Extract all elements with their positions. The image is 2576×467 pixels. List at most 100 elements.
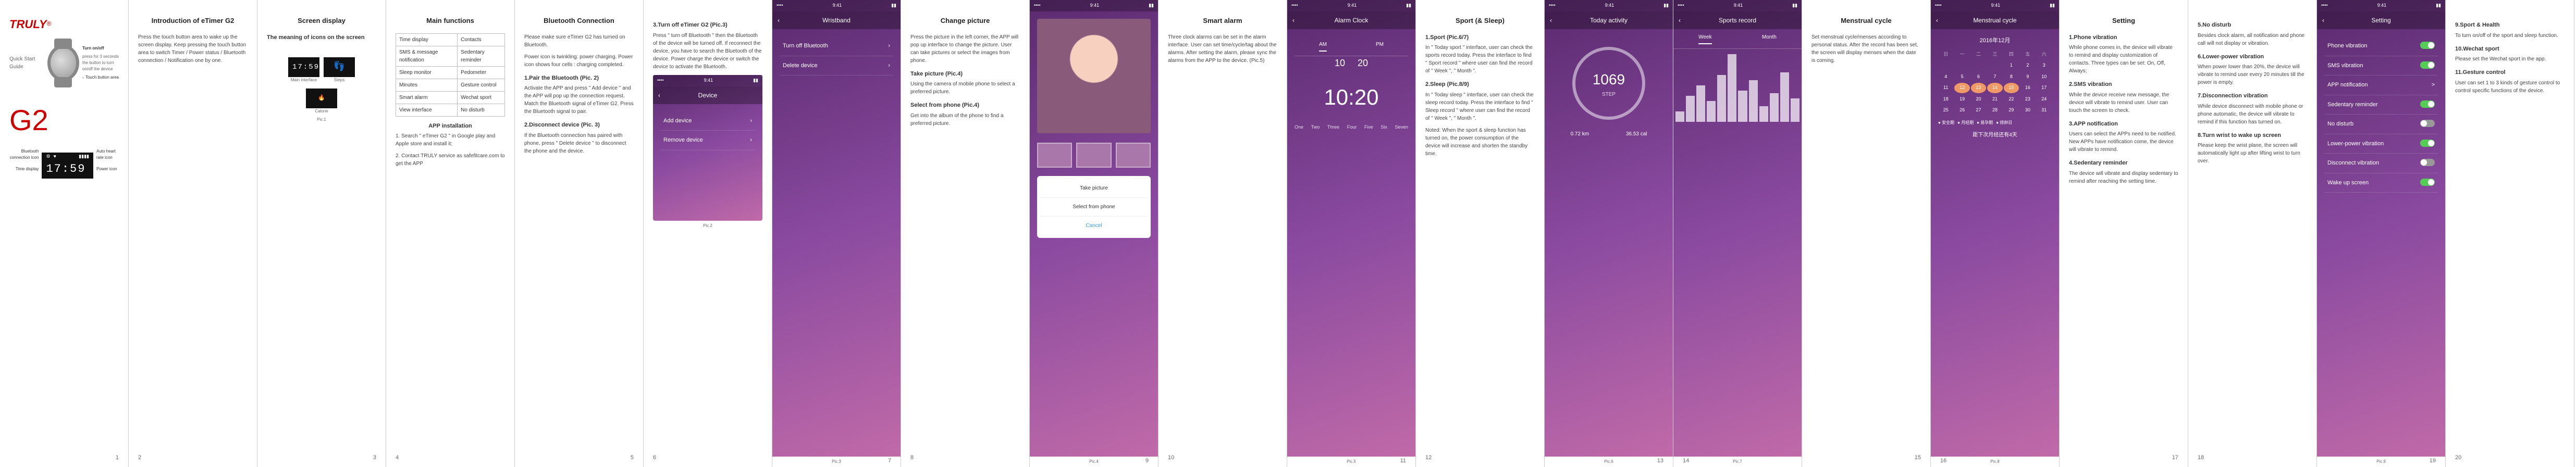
today-activity-panel: ••••9:41▮▮ ‹Today activity 1069 STEP 0.7… bbox=[1545, 0, 1673, 467]
remove-device-row[interactable]: Remove device› bbox=[660, 131, 755, 150]
time-wheel[interactable]: 1020 bbox=[1295, 56, 1408, 70]
intro-panel: Introduction of eTimer G2 Press the touc… bbox=[129, 0, 257, 467]
screen-display-panel: Screen display The meaning of icons on t… bbox=[257, 0, 386, 467]
page-title: Screen display bbox=[267, 16, 376, 26]
page-title: Change picture bbox=[910, 16, 1020, 26]
photo-dialog-panel: ••••9:41▮▮ Take picture Select from phon… bbox=[1030, 0, 1158, 467]
turn-desc: press for 3 seconds the button to turn o… bbox=[82, 54, 119, 72]
setting-panel-2: 5.No disturbBesides clock alarm, all not… bbox=[2188, 0, 2317, 467]
portrait-photo bbox=[1037, 19, 1151, 133]
brand-logo: TRULY® bbox=[9, 16, 119, 33]
app-step1: 1. Search " eTimer G2 " in Google play a… bbox=[396, 132, 505, 148]
page-title: 3.Turn off eTimer G2 (Pic.3) bbox=[653, 21, 762, 30]
calorie-value: 36.53 cal bbox=[1626, 130, 1647, 138]
turnoff-panel: 3.Turn off eTimer G2 (Pic.3) Press " tur… bbox=[644, 0, 772, 467]
pic-label: Pic.1 bbox=[267, 115, 376, 125]
alarm-time: 10:20 bbox=[1295, 81, 1408, 113]
setting-row[interactable]: Phone vibration bbox=[2324, 36, 2438, 56]
step-count: 1069 bbox=[1593, 69, 1625, 91]
touch-label: Touch button area bbox=[85, 74, 119, 81]
setting-row[interactable]: Lower-power vibration bbox=[2324, 134, 2438, 154]
back-icon[interactable]: ‹ bbox=[778, 16, 780, 25]
setting-panel-1: Setting 1.Phone vibrationWhile phone com… bbox=[2060, 0, 2188, 467]
hr-callout: Auto heart rate icon bbox=[96, 148, 119, 161]
calendar-grid[interactable]: 日一二三四五六 123 45678910 11121314151617 1819… bbox=[1938, 49, 2052, 116]
back-icon[interactable]: ‹ bbox=[1936, 16, 1938, 25]
alarm-phone-panel: ••••9:41▮▮ ‹Alarm Clock AM PM 1020 10:20… bbox=[1287, 0, 1416, 467]
month-label: 2016年12月 bbox=[1938, 36, 2052, 45]
thumbnail-row bbox=[1037, 143, 1151, 168]
tab-am[interactable]: AM bbox=[1319, 41, 1327, 52]
qsg-label: Quick Start Guide bbox=[9, 55, 44, 71]
cycle-remaining: 距下次月经还有4天 bbox=[1938, 131, 2052, 139]
sport-sleep-panel: Sport (& Sleep) 1.Sport (Pic.6/7) In " T… bbox=[1416, 0, 1545, 467]
bar-chart bbox=[1675, 59, 1799, 122]
pic-label: Pic.9 bbox=[2317, 457, 2445, 467]
nav-title: Alarm Clock bbox=[1335, 16, 1369, 25]
back-icon[interactable]: ‹ bbox=[1679, 16, 1681, 25]
sports-record-panel: ••••9:41▮▮ ‹Sports record Week Month Pic… bbox=[1673, 0, 1802, 467]
menstrual-panel: Menstrual cycle Set menstrual cycle/mens… bbox=[1802, 0, 1931, 467]
smart-alarm-panel: Smart alarm Three clock alarms can be se… bbox=[1158, 0, 1287, 467]
time-callout: Time display bbox=[9, 166, 39, 172]
back-icon[interactable]: ‹ bbox=[1550, 16, 1552, 25]
page-title: Bluetooth Connection bbox=[524, 16, 634, 26]
select-from-phone-option[interactable]: Select from phone bbox=[1040, 198, 1148, 217]
cover-panel: TRULY® Quick Start Guide Turn on/off pre… bbox=[0, 0, 129, 467]
nav-title: Menstrual cycle bbox=[1973, 16, 2016, 25]
bluetooth-panel: Bluetooth Connection Please make sure eT… bbox=[515, 0, 644, 467]
turnoff-bt-row[interactable]: Turn off Bluetooth› bbox=[780, 36, 893, 56]
back-icon[interactable]: ‹ bbox=[1292, 16, 1295, 25]
delete-device-row[interactable]: Delete device› bbox=[780, 56, 893, 76]
lcd-time: 17:59 bbox=[46, 160, 89, 178]
wristband-phone-panel: ••••9:41▮▮ ‹Wristband Turn off Bluetooth… bbox=[772, 0, 901, 467]
page-title: Smart alarm bbox=[1168, 16, 1277, 26]
app-install-title: APP installation bbox=[396, 122, 505, 131]
take-picture-option[interactable]: Take picture bbox=[1040, 179, 1148, 198]
turn-label: Turn on/off bbox=[82, 45, 104, 52]
bt-callout: Bluetooth connection icon bbox=[9, 148, 39, 161]
nav-title: Setting bbox=[2371, 16, 2390, 25]
page-title: Setting bbox=[2069, 16, 2178, 26]
step-dial: 1069 STEP bbox=[1572, 47, 1645, 120]
nav-title: Device bbox=[698, 91, 718, 100]
distance-value: 0.72 km bbox=[1570, 130, 1589, 138]
tab-week[interactable]: Week bbox=[1698, 33, 1711, 44]
pic-label: Pic.3 bbox=[772, 457, 901, 467]
model-name: G2 bbox=[9, 98, 119, 142]
nav-title: Today activity bbox=[1590, 16, 1628, 25]
nav-title: Wristband bbox=[822, 16, 851, 25]
page-title: Main functions bbox=[396, 16, 505, 26]
page-title: Menstrual cycle bbox=[1811, 16, 1921, 26]
add-device-row[interactable]: Add device› bbox=[660, 111, 755, 131]
pic-label: Pic.4 bbox=[1030, 457, 1158, 467]
pic-label: Pic.5 bbox=[1287, 457, 1415, 467]
page-title: Sport (& Sleep) bbox=[1425, 16, 1535, 26]
setting-row[interactable]: APP notification> bbox=[2324, 75, 2438, 95]
setting-row[interactable]: No disturb bbox=[2324, 115, 2438, 134]
tab-month[interactable]: Month bbox=[1762, 33, 1777, 44]
pic-label: Pic.6 bbox=[1545, 457, 1673, 467]
functions-table: Time displayContacts SMS & message notif… bbox=[396, 33, 505, 117]
subtitle: The meaning of icons on the screen bbox=[267, 33, 376, 42]
pic-label: Pic.8 bbox=[1931, 457, 2059, 467]
setting-row[interactable]: Wake up screen bbox=[2324, 173, 2438, 193]
pic-label: Pic.2 bbox=[653, 221, 762, 231]
cancel-button[interactable]: Cancel bbox=[1040, 217, 1148, 235]
back-icon[interactable]: ‹ bbox=[658, 91, 660, 100]
setting-row[interactable]: SMS vibration bbox=[2324, 56, 2438, 76]
watch-illustration bbox=[47, 45, 79, 81]
setting-phone-panel: ••••9:41▮▮ ‹Setting Phone vibrationSMS v… bbox=[2317, 0, 2446, 467]
pic-label: Pic.7 bbox=[1673, 457, 1802, 467]
sport-health-panel: 9.Sport & HealthTo turn on/off of the sp… bbox=[2446, 0, 2574, 467]
page-title: Introduction of eTimer G2 bbox=[138, 16, 248, 26]
menstrual-phone-panel: ••••9:41▮▮ ‹Menstrual cycle 2016年12月 日一二… bbox=[1931, 0, 2060, 467]
change-picture-panel: Change picture Press the picture in the … bbox=[901, 0, 1030, 467]
intro-text: Press the touch button area to wake up t… bbox=[138, 33, 248, 65]
app-step2: 2. Contact TRULY service as safefitcare.… bbox=[396, 152, 505, 168]
tab-pm[interactable]: PM bbox=[1376, 41, 1384, 52]
setting-row[interactable]: Sedentary reminder bbox=[2324, 95, 2438, 115]
setting-row[interactable]: Disconnect vibration bbox=[2324, 154, 2438, 173]
main-functions-panel: Main functions Time displayContacts SMS … bbox=[386, 0, 515, 467]
back-icon[interactable]: ‹ bbox=[2322, 16, 2324, 25]
